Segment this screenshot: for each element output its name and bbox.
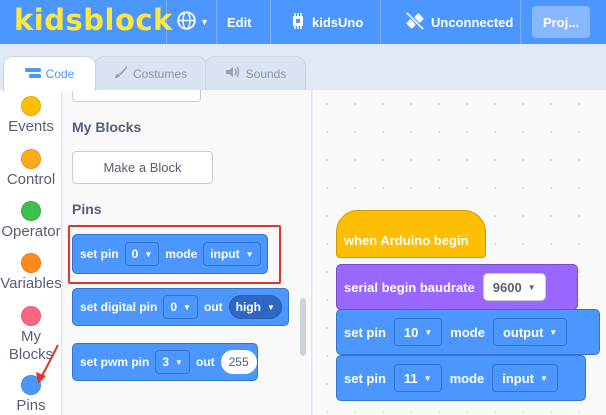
my-blocks-color-dot xyxy=(21,306,41,326)
baudrate-dropdown[interactable]: 9600 ▼ xyxy=(482,273,546,301)
chevron-down-icon: ▼ xyxy=(549,327,558,337)
chevron-down-icon: ▼ xyxy=(527,282,536,292)
make-a-block-button[interactable]: Make a Block xyxy=(72,151,213,184)
app-logo[interactable]: kidsblock xyxy=(14,3,173,37)
board-label: kidsUno xyxy=(312,14,364,30)
pin-dropdown[interactable]: 3 ▼ xyxy=(155,350,190,374)
globe-icon xyxy=(176,10,197,34)
mode-dropdown[interactable]: input ▼ xyxy=(492,364,558,392)
category-my-blocks[interactable]: My Blocks xyxy=(0,306,61,364)
level-value: high xyxy=(235,300,261,314)
pin-value: 0 xyxy=(170,300,178,314)
category-label: My Blocks xyxy=(8,328,54,363)
control-color-dot xyxy=(21,149,41,169)
category-label: Events xyxy=(8,118,54,135)
serial-begin-block[interactable]: serial begin baudrate 9600 ▼ xyxy=(336,264,578,310)
block-text: set pin xyxy=(344,324,386,340)
category-events[interactable]: Events xyxy=(0,96,61,135)
language-menu[interactable]: ▼ xyxy=(176,0,209,44)
mode-value: input xyxy=(502,370,535,386)
chevron-down-icon: ▼ xyxy=(183,302,191,312)
pin-value: 11 xyxy=(403,370,418,386)
tab-code-label: Code xyxy=(45,67,75,81)
chevron-down-icon: ▼ xyxy=(175,357,183,367)
edit-menu[interactable]: Edit xyxy=(227,0,252,44)
operators-color-dot xyxy=(21,201,41,221)
set-digital-pin-block[interactable]: set digital pin 0 ▼ out high ▼ xyxy=(72,288,289,326)
block-text: set pwm pin xyxy=(80,355,150,369)
menu-divider xyxy=(216,0,217,44)
chevron-down-icon: ▼ xyxy=(266,302,275,312)
set-pin-mode-block[interactable]: set pin 11 ▼ mode input ▼ xyxy=(336,355,586,401)
tab-costumes[interactable]: Costumes xyxy=(94,56,207,90)
pwm-value-input[interactable]: 255 xyxy=(220,350,257,374)
chevron-down-icon: ▼ xyxy=(200,17,209,27)
menu-divider xyxy=(520,0,521,44)
baudrate-value: 9600 xyxy=(492,279,522,295)
category-menu: Events Control Operator Variables My Blo… xyxy=(0,90,62,415)
chevron-down-icon: ▼ xyxy=(540,373,548,383)
category-label: Operator xyxy=(1,223,61,240)
palette-button-partial[interactable] xyxy=(72,90,201,102)
category-label: Variables xyxy=(0,275,62,292)
pin-dropdown[interactable]: 0 ▼ xyxy=(163,295,198,319)
category-variables[interactable]: Variables xyxy=(0,253,62,292)
block-text: out xyxy=(195,355,215,369)
category-label: Control xyxy=(6,171,56,188)
board-menu[interactable]: kidsUno xyxy=(290,0,363,44)
level-dropdown[interactable]: high ▼ xyxy=(228,295,282,319)
menu-bar: kidsblock ▼ Edit kidsUno Unconnected Pro… xyxy=(0,0,606,44)
pin-value: 10 xyxy=(403,324,419,340)
set-pin-mode-block[interactable]: set pin 10 ▼ mode output ▼ xyxy=(336,309,600,355)
menu-divider xyxy=(270,0,271,44)
category-control[interactable]: Control xyxy=(0,149,61,188)
speaker-icon xyxy=(225,65,241,82)
chip-icon xyxy=(290,12,306,32)
unplugged-icon xyxy=(405,11,425,34)
events-color-dot xyxy=(21,96,41,116)
chevron-down-icon: ▼ xyxy=(423,373,432,383)
block-text: mode xyxy=(449,370,485,386)
tab-sounds-label: Sounds xyxy=(245,66,287,81)
code-icon xyxy=(24,67,41,82)
tab-costumes-label: Costumes xyxy=(132,66,188,81)
category-label: Pins xyxy=(16,397,46,414)
pin-value: 3 xyxy=(162,355,170,369)
block-text: set digital pin xyxy=(80,300,158,314)
variables-color-dot xyxy=(21,253,41,273)
menu-divider xyxy=(166,0,167,44)
brush-icon xyxy=(114,65,128,82)
project-button[interactable]: Proj... xyxy=(532,6,590,38)
mode-dropdown[interactable]: output ▼ xyxy=(492,318,568,346)
tab-sounds[interactable]: Sounds xyxy=(205,56,306,90)
tab-code[interactable]: Code xyxy=(3,56,96,91)
block-text: set pin xyxy=(344,370,386,386)
pin-dropdown[interactable]: 10 ▼ xyxy=(393,318,443,346)
section-title-pins: Pins xyxy=(72,201,102,217)
pin-dropdown[interactable]: 11 ▼ xyxy=(393,364,442,392)
connection-label: Unconnected xyxy=(431,14,514,30)
section-title-my-blocks: My Blocks xyxy=(72,119,142,135)
script-workspace[interactable]: when Arduino begin serial begin baudrate… xyxy=(313,90,606,415)
chevron-down-icon: ▼ xyxy=(424,327,433,337)
menu-divider xyxy=(380,0,381,44)
block-text: serial begin baudrate xyxy=(344,279,475,295)
palette-scrollbar[interactable] xyxy=(300,298,306,356)
category-pins[interactable]: Pins xyxy=(0,375,61,414)
annotation-highlight-box xyxy=(68,225,281,284)
set-pwm-pin-block[interactable]: set pwm pin 3 ▼ out 255 xyxy=(72,343,258,381)
pins-color-dot xyxy=(21,375,41,395)
mode-value: output xyxy=(502,324,544,340)
editor-tab-bar: Code Costumes Sounds xyxy=(0,44,606,91)
category-operators[interactable]: Operator xyxy=(0,201,61,240)
connection-menu[interactable]: Unconnected xyxy=(405,0,513,44)
block-text: out xyxy=(203,300,223,314)
block-text: mode xyxy=(450,324,485,340)
when-arduino-begin-hat-block[interactable]: when Arduino begin xyxy=(336,210,486,258)
